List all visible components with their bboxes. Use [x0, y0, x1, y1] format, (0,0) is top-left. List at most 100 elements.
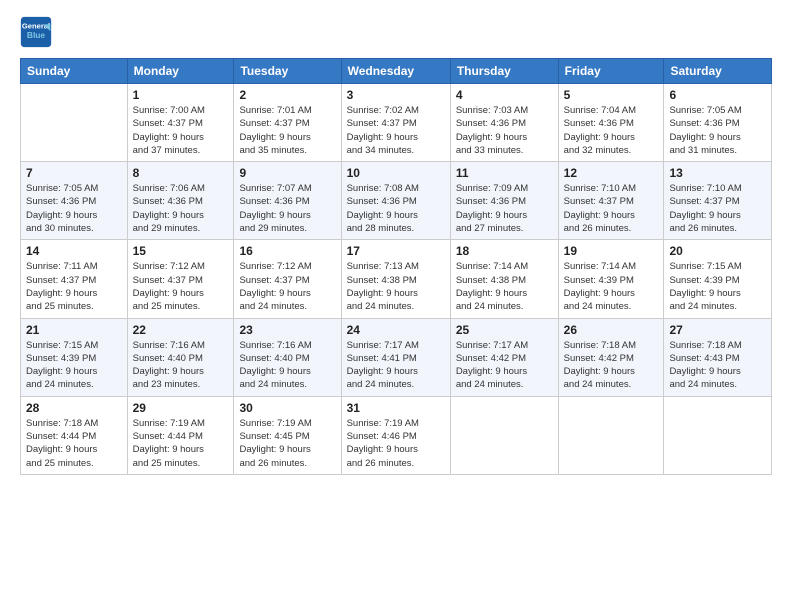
- day-number: 22: [133, 323, 229, 337]
- day-info: Sunrise: 7:06 AM Sunset: 4:36 PM Dayligh…: [133, 182, 229, 235]
- day-number: 16: [239, 244, 335, 258]
- calendar-cell: 23 Sunrise: 7:16 AM Sunset: 4:40 PM Dayli…: [234, 318, 341, 396]
- day-info: Sunrise: 7:09 AM Sunset: 4:36 PM Dayligh…: [456, 182, 553, 235]
- calendar-cell: [21, 84, 128, 162]
- calendar-cell: 26Sunrise: 7:18 AM Sunset: 4:42 PM Dayli…: [558, 318, 664, 396]
- day-info: Sunrise: 7:17 AM Sunset: 4:42 PM Dayligh…: [456, 339, 553, 392]
- header: General Blue: [20, 16, 772, 48]
- day-number: 11: [456, 166, 553, 180]
- calendar-cell: [450, 396, 558, 474]
- calendar-cell: 9 Sunrise: 7:07 AM Sunset: 4:36 PM Daylig…: [234, 162, 341, 240]
- day-number: 2: [239, 88, 335, 102]
- day-number: 27: [669, 323, 766, 337]
- calendar-cell: 7 Sunrise: 7:05 AM Sunset: 4:36 PM Daylig…: [21, 162, 128, 240]
- day-number: 28: [26, 401, 122, 415]
- calendar-cell: 22 Sunrise: 7:16 AM Sunset: 4:40 PM Dayli…: [127, 318, 234, 396]
- day-info: Sunrise: 7:10 AM Sunset: 4:37 PM Dayligh…: [564, 182, 659, 235]
- day-info: Sunrise: 7:11 AM Sunset: 4:37 PM Dayligh…: [26, 260, 122, 313]
- calendar-cell: 13 Sunrise: 7:10 AM Sunset: 4:37 PM Dayli…: [664, 162, 772, 240]
- calendar-cell: 11 Sunrise: 7:09 AM Sunset: 4:36 PM Dayli…: [450, 162, 558, 240]
- day-number: 25: [456, 323, 553, 337]
- day-number: 24: [347, 323, 445, 337]
- day-info: Sunrise: 7:14 AM Sunset: 4:38 PM Dayligh…: [456, 260, 553, 313]
- day-info: Sunrise: 7:10 AM Sunset: 4:37 PM Dayligh…: [669, 182, 766, 235]
- day-info: Sunrise: 7:12 AM Sunset: 4:37 PM Dayligh…: [133, 260, 229, 313]
- day-info: Sunrise: 7:03 AM Sunset: 4:36 PM Dayligh…: [456, 104, 553, 157]
- day-info: Sunrise: 7:05 AM Sunset: 4:36 PM Dayligh…: [26, 182, 122, 235]
- day-number: 17: [347, 244, 445, 258]
- calendar-cell: 8 Sunrise: 7:06 AM Sunset: 4:36 PM Daylig…: [127, 162, 234, 240]
- week-row-1: 7 Sunrise: 7:05 AM Sunset: 4:36 PM Daylig…: [21, 162, 772, 240]
- day-info: Sunrise: 7:07 AM Sunset: 4:36 PM Dayligh…: [239, 182, 335, 235]
- calendar-cell: 16 Sunrise: 7:12 AM Sunset: 4:37 PM Dayli…: [234, 240, 341, 318]
- weekday-header-sunday: Sunday: [21, 59, 128, 84]
- calendar-cell: 2 Sunrise: 7:01 AM Sunset: 4:37 PM Daylig…: [234, 84, 341, 162]
- day-number: 13: [669, 166, 766, 180]
- calendar-cell: 20 Sunrise: 7:15 AM Sunset: 4:39 PM Dayli…: [664, 240, 772, 318]
- calendar-cell: 3 Sunrise: 7:02 AM Sunset: 4:37 PM Daylig…: [341, 84, 450, 162]
- day-info: Sunrise: 7:18 AM Sunset: 4:44 PM Dayligh…: [26, 417, 122, 470]
- day-number: 30: [239, 401, 335, 415]
- day-info: Sunrise: 7:02 AM Sunset: 4:37 PM Dayligh…: [347, 104, 445, 157]
- day-number: 12: [564, 166, 659, 180]
- week-row-2: 14Sunrise: 7:11 AM Sunset: 4:37 PM Dayli…: [21, 240, 772, 318]
- calendar-cell: 5Sunrise: 7:04 AM Sunset: 4:36 PM Daylig…: [558, 84, 664, 162]
- calendar-table: SundayMondayTuesdayWednesdayThursdayFrid…: [20, 58, 772, 475]
- calendar-cell: 1 Sunrise: 7:00 AM Sunset: 4:37 PM Daylig…: [127, 84, 234, 162]
- day-info: Sunrise: 7:18 AM Sunset: 4:43 PM Dayligh…: [669, 339, 766, 392]
- weekday-header-thursday: Thursday: [450, 59, 558, 84]
- calendar-cell: 29 Sunrise: 7:19 AM Sunset: 4:44 PM Dayli…: [127, 396, 234, 474]
- day-number: 15: [133, 244, 229, 258]
- weekday-header-monday: Monday: [127, 59, 234, 84]
- week-row-0: 1 Sunrise: 7:00 AM Sunset: 4:37 PM Daylig…: [21, 84, 772, 162]
- day-number: 21: [26, 323, 122, 337]
- day-info: Sunrise: 7:08 AM Sunset: 4:36 PM Dayligh…: [347, 182, 445, 235]
- day-info: Sunrise: 7:14 AM Sunset: 4:39 PM Dayligh…: [564, 260, 659, 313]
- day-number: 6: [669, 88, 766, 102]
- calendar-cell: 18Sunrise: 7:14 AM Sunset: 4:38 PM Dayli…: [450, 240, 558, 318]
- day-number: 20: [669, 244, 766, 258]
- logo: General Blue: [20, 16, 52, 48]
- day-info: Sunrise: 7:19 AM Sunset: 4:46 PM Dayligh…: [347, 417, 445, 470]
- day-number: 1: [133, 88, 229, 102]
- day-number: 29: [133, 401, 229, 415]
- svg-text:Blue: Blue: [27, 30, 46, 40]
- page: General Blue SundayMondayTuesdayWednesda…: [0, 0, 792, 612]
- week-row-3: 21Sunrise: 7:15 AM Sunset: 4:39 PM Dayli…: [21, 318, 772, 396]
- calendar-cell: 19Sunrise: 7:14 AM Sunset: 4:39 PM Dayli…: [558, 240, 664, 318]
- calendar-cell: [558, 396, 664, 474]
- calendar-cell: 27 Sunrise: 7:18 AM Sunset: 4:43 PM Dayli…: [664, 318, 772, 396]
- calendar-cell: [664, 396, 772, 474]
- day-info: Sunrise: 7:00 AM Sunset: 4:37 PM Dayligh…: [133, 104, 229, 157]
- weekday-header-friday: Friday: [558, 59, 664, 84]
- calendar-cell: 21Sunrise: 7:15 AM Sunset: 4:39 PM Dayli…: [21, 318, 128, 396]
- calendar-cell: 30Sunrise: 7:19 AM Sunset: 4:45 PM Dayli…: [234, 396, 341, 474]
- calendar-cell: 12 Sunrise: 7:10 AM Sunset: 4:37 PM Dayli…: [558, 162, 664, 240]
- calendar-cell: 28 Sunrise: 7:18 AM Sunset: 4:44 PM Dayli…: [21, 396, 128, 474]
- day-info: Sunrise: 7:16 AM Sunset: 4:40 PM Dayligh…: [133, 339, 229, 392]
- day-number: 23: [239, 323, 335, 337]
- day-number: 31: [347, 401, 445, 415]
- calendar-cell: 6 Sunrise: 7:05 AM Sunset: 4:36 PM Daylig…: [664, 84, 772, 162]
- day-info: Sunrise: 7:01 AM Sunset: 4:37 PM Dayligh…: [239, 104, 335, 157]
- day-info: Sunrise: 7:19 AM Sunset: 4:44 PM Dayligh…: [133, 417, 229, 470]
- weekday-header-tuesday: Tuesday: [234, 59, 341, 84]
- calendar-cell: 15 Sunrise: 7:12 AM Sunset: 4:37 PM Dayli…: [127, 240, 234, 318]
- day-number: 3: [347, 88, 445, 102]
- day-info: Sunrise: 7:12 AM Sunset: 4:37 PM Dayligh…: [239, 260, 335, 313]
- calendar-cell: 10 Sunrise: 7:08 AM Sunset: 4:36 PM Dayli…: [341, 162, 450, 240]
- weekday-header-saturday: Saturday: [664, 59, 772, 84]
- calendar-cell: 31 Sunrise: 7:19 AM Sunset: 4:46 PM Dayli…: [341, 396, 450, 474]
- day-number: 8: [133, 166, 229, 180]
- day-info: Sunrise: 7:13 AM Sunset: 4:38 PM Dayligh…: [347, 260, 445, 313]
- day-number: 7: [26, 166, 122, 180]
- day-info: Sunrise: 7:15 AM Sunset: 4:39 PM Dayligh…: [669, 260, 766, 313]
- day-number: 9: [239, 166, 335, 180]
- day-info: Sunrise: 7:18 AM Sunset: 4:42 PM Dayligh…: [564, 339, 659, 392]
- day-number: 10: [347, 166, 445, 180]
- day-info: Sunrise: 7:16 AM Sunset: 4:40 PM Dayligh…: [239, 339, 335, 392]
- calendar-cell: 17 Sunrise: 7:13 AM Sunset: 4:38 PM Dayli…: [341, 240, 450, 318]
- day-number: 4: [456, 88, 553, 102]
- day-info: Sunrise: 7:05 AM Sunset: 4:36 PM Dayligh…: [669, 104, 766, 157]
- weekday-header-row: SundayMondayTuesdayWednesdayThursdayFrid…: [21, 59, 772, 84]
